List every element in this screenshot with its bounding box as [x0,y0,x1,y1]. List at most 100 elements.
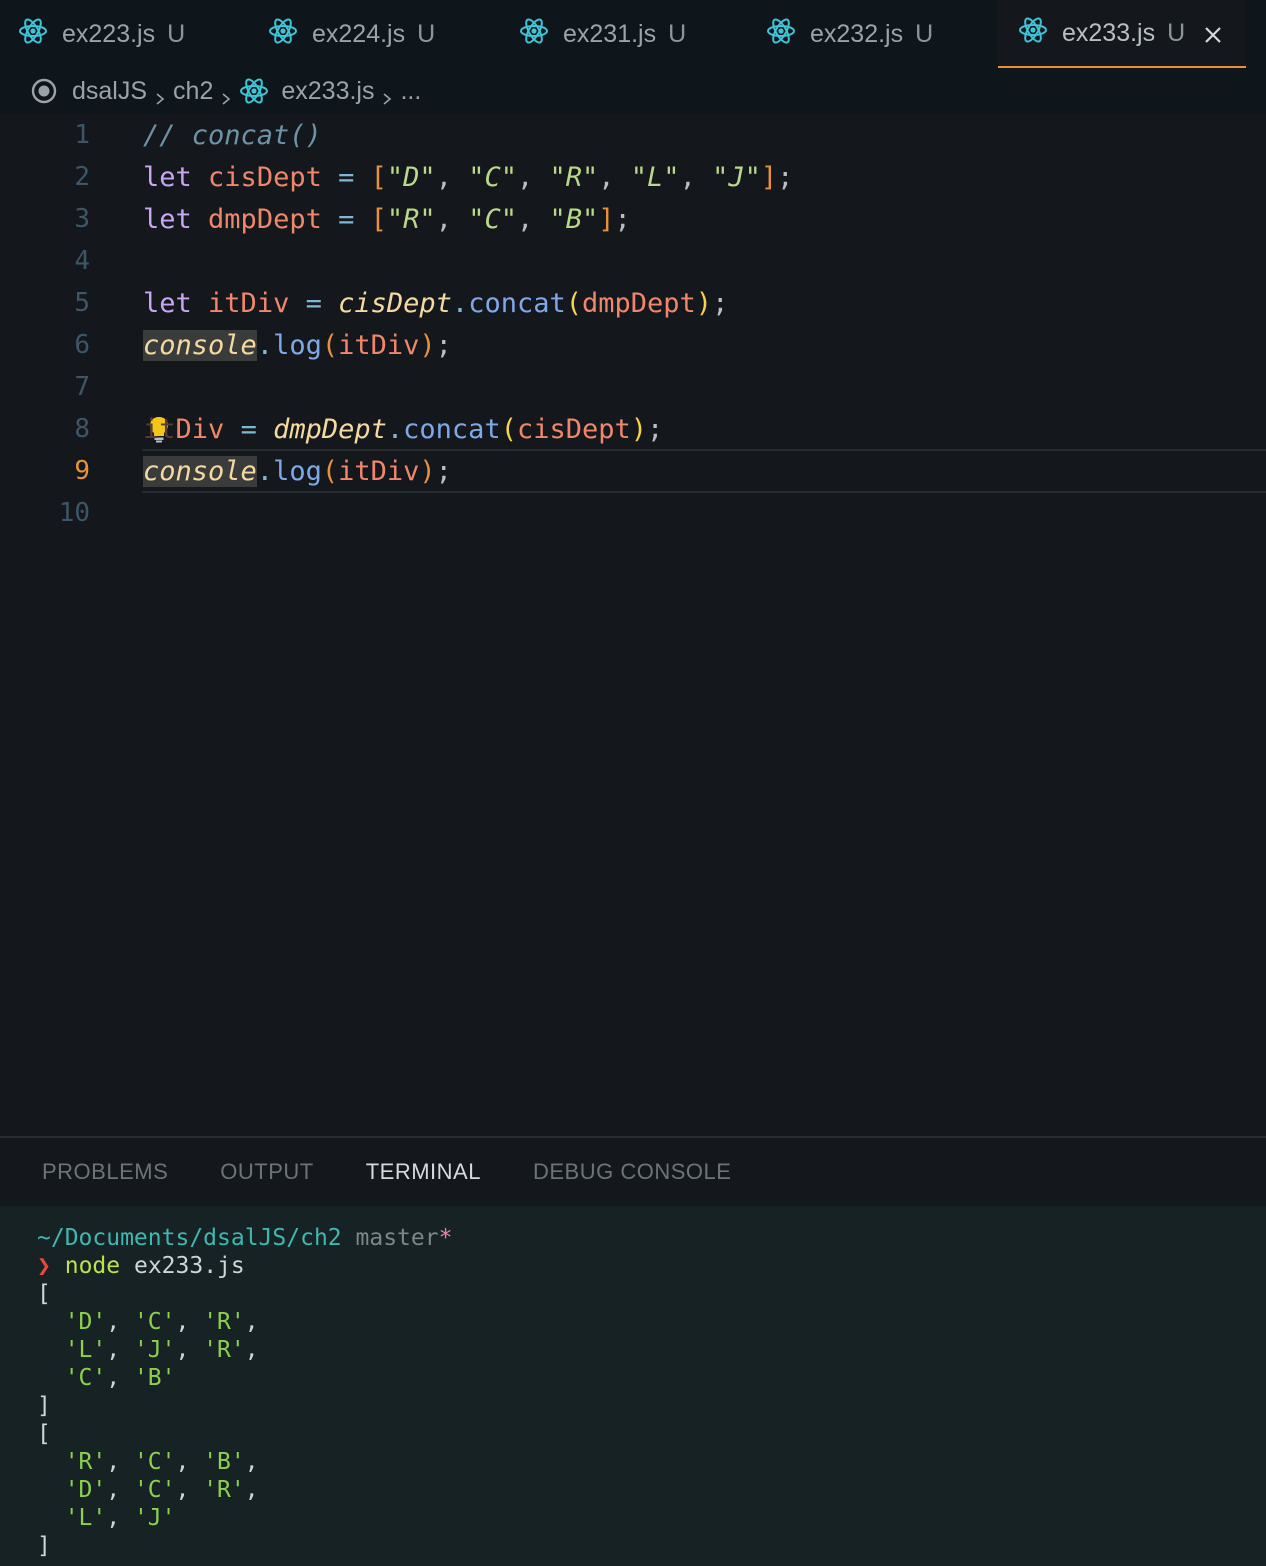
output-value: 'R' [203,1477,245,1503]
code-line: 5 let itDiv = cisDept.concat(dmpDept); [0,282,1266,324]
terminal-path: ~/Documents/dsalJS/ch2 [37,1225,342,1251]
react-icon [519,16,549,53]
breadcrumb-file[interactable]: ex233.js [281,77,374,106]
tab-label: ex231.js [563,19,657,48]
output-value: 'J' [133,1505,176,1531]
line-number: 10 [58,498,90,528]
line-number: 5 [74,288,90,318]
code-editor[interactable]: 1 // concat() 2 let cisDept = ["D", "C",… [0,114,1266,1136]
code-line: 1 // concat() [0,114,1266,156]
react-icon [18,16,48,53]
git-status-badge: U [915,19,934,48]
string-literal: "R" [549,161,599,193]
breadcrumb: dsalJS ch2 ex233.js ... [0,68,1266,114]
line-number: 9 [74,456,90,486]
argument: dmpDept [582,287,696,319]
method-name: concat [403,413,501,445]
output-value: 'C' [133,1449,176,1475]
editor-tab-bar: ex223.js U ex224.js U ex231.js U ex232.j… [0,0,1266,68]
keyword: let [143,161,192,193]
react-icon [239,76,269,106]
tab-ex224[interactable]: ex224.js U [268,0,435,68]
chevron-right-icon [153,84,167,105]
git-branch: master [355,1225,439,1251]
git-status-badge: U [167,19,186,48]
terminal-arg: ex233.js [133,1253,245,1279]
string-literal: "B" [549,203,599,235]
tab-ex231[interactable]: ex231.js U [519,0,686,68]
highlighted-word: console [143,329,257,361]
output-value: 'D' [64,1477,107,1503]
code-line: 10 [0,492,1266,534]
method-name: log [273,329,322,361]
string-literal: "D" [386,161,436,193]
output-value: 'C' [64,1365,107,1391]
code-line-current: 9 console.log(itDiv); [0,449,1266,493]
tab-label: ex232.js [810,19,904,48]
line-number: 3 [74,204,90,234]
tab-terminal[interactable]: TERMINAL [366,1159,481,1185]
variable: cisDept [208,161,322,193]
variable: itDiv [208,287,290,319]
code-line: 3 let dmpDept = ["R", "C", "B"]; [0,198,1266,240]
code-line: 7 [0,366,1266,408]
tab-label: ex224.js [312,19,406,48]
chevron-right-icon [380,84,394,105]
method-name: log [273,455,322,487]
breadcrumb-root[interactable]: dsalJS [72,77,147,106]
argument: cisDept [516,413,631,445]
tab-problems[interactable]: PROBLEMS [42,1159,168,1185]
output-value: 'B' [203,1449,245,1475]
string-literal: "C" [468,203,517,235]
breadcrumb-folder[interactable]: ch2 [173,77,213,106]
output-value: 'J' [133,1337,176,1363]
output-value: 'R' [64,1449,107,1475]
output-value: 'C' [133,1309,176,1335]
git-status-badge: U [668,19,687,48]
variable-partial: Div [175,413,225,445]
line-number: 6 [74,330,90,360]
output-value: 'L' [64,1505,107,1531]
code-line: 6 console.log(itDiv); [0,324,1266,366]
tab-ex233[interactable]: ex233.js U [998,0,1246,68]
react-icon [1018,15,1048,52]
highlighted-word: console [143,455,257,487]
panel-tab-bar: PROBLEMS OUTPUT TERMINAL DEBUG CONSOLE [0,1138,1266,1206]
tab-label: ex233.js [1062,18,1156,47]
record-icon [30,77,58,105]
tab-label: ex223.js [62,19,156,48]
code-line: 2 let cisDept = ["D", "C", "R", "L", "J"… [0,156,1266,198]
git-dirty-marker: * [438,1225,453,1251]
react-icon [766,16,796,53]
terminal-output[interactable]: ~/Documents/dsalJS/ch2 master* ❯ node ex… [37,1224,452,1560]
line-number: 1 [74,120,90,150]
line-number: 7 [74,372,90,402]
close-tab-icon[interactable] [1203,23,1223,43]
react-icon [268,16,298,53]
git-status-badge: U [417,19,436,48]
method-name: concat [468,287,566,319]
terminal-command: node [64,1253,121,1279]
bottom-panel: PROBLEMS OUTPUT TERMINAL DEBUG CONSOLE ~… [0,1136,1266,1566]
object-ref: cisDept [338,287,452,319]
line-number: 4 [74,246,90,276]
line-number: 8 [74,414,90,444]
code-line: 4 [0,240,1266,282]
variable: dmpDept [208,203,322,235]
tab-ex232[interactable]: ex232.js U [766,0,933,68]
line-number: 2 [74,162,90,192]
tab-debug-console[interactable]: DEBUG CONSOLE [533,1159,731,1185]
output-value: 'C' [133,1477,176,1503]
git-status-badge: U [1167,18,1186,47]
output-value: 'L' [64,1337,107,1363]
tab-ex223[interactable]: ex223.js U [18,0,185,68]
argument: itDiv [338,329,420,361]
output-value: 'D' [64,1309,107,1335]
string-literal: "R" [386,203,436,235]
argument: itDiv [338,455,420,487]
tab-output[interactable]: OUTPUT [220,1159,313,1185]
breadcrumb-more[interactable]: ... [400,77,421,106]
chevron-right-icon [219,84,233,105]
output-value: 'R' [203,1309,245,1335]
object-ref: dmpDept [273,413,387,445]
